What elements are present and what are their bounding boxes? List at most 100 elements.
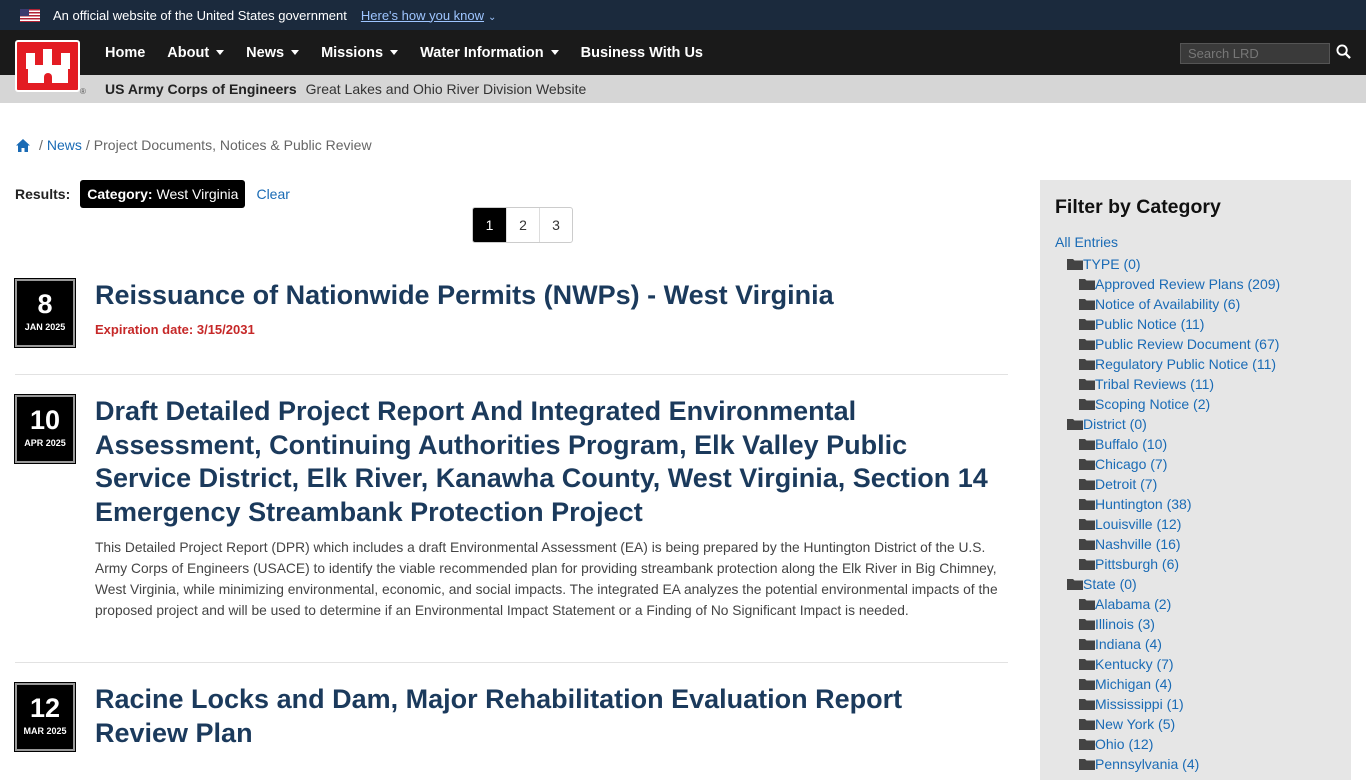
category-item[interactable]: Michigan (4): [1055, 674, 1336, 694]
folder-icon: [1079, 739, 1095, 750]
breadcrumb: / News / Project Documents, Notices & Pu…: [15, 137, 372, 153]
article-title-link[interactable]: Draft Detailed Project Report And Integr…: [95, 395, 1005, 530]
main-nav: Home About News Missions Water Informati…: [0, 30, 1366, 92]
category-item[interactable]: Buffalo (10): [1055, 434, 1336, 454]
category-item[interactable]: Ohio (12): [1055, 734, 1336, 754]
nav-menu: Home About News Missions Water Informati…: [105, 30, 725, 75]
folder-icon: [1079, 319, 1095, 330]
category-item[interactable]: Detroit (7): [1055, 474, 1336, 494]
folder-icon: [1079, 479, 1095, 490]
site-subtitle-bar: US Army Corps of Engineers Great Lakes a…: [0, 75, 1366, 103]
divider: [15, 374, 1008, 375]
filter-sidebar: Filter by Category All Entries TYPE (0) A…: [1040, 180, 1351, 780]
category-item[interactable]: Huntington (38): [1055, 494, 1336, 514]
results-filter: Results: Category: West Virginia Clear: [15, 180, 290, 208]
clear-filter-link[interactable]: Clear: [256, 186, 289, 202]
us-flag-icon: [20, 8, 40, 22]
folder-icon: [1067, 579, 1083, 590]
folder-icon: [1079, 759, 1095, 770]
page-2-button[interactable]: 2: [506, 208, 539, 242]
results-label: Results:: [15, 186, 71, 202]
category-item[interactable]: Regulatory Public Notice (11): [1055, 354, 1336, 374]
article-description: This Detailed Project Report (DPR) which…: [95, 540, 998, 618]
folder-icon: [1079, 379, 1095, 390]
search-icon[interactable]: [1336, 44, 1351, 59]
usace-castle-logo[interactable]: [15, 40, 80, 92]
category-item[interactable]: Illinois (3): [1055, 614, 1336, 634]
folder-icon: [1079, 339, 1095, 350]
folder-icon: [1079, 499, 1095, 510]
category-item[interactable]: Pittsburgh (6): [1055, 554, 1336, 574]
divider: [15, 662, 1008, 663]
date-badge: 8 JAN 2025: [15, 279, 75, 347]
category-item[interactable]: Tribal Reviews (11): [1055, 374, 1336, 394]
registered-mark: ®: [80, 87, 86, 96]
folder-icon: [1079, 439, 1095, 450]
category-group-0[interactable]: TYPE (0): [1055, 254, 1336, 274]
nav-missions[interactable]: Missions: [321, 45, 399, 61]
folder-icon: [1079, 639, 1095, 650]
category-group-1[interactable]: District (0): [1055, 414, 1336, 434]
folder-icon: [1067, 259, 1083, 270]
chevron-down-icon: ⌄: [488, 11, 497, 23]
folder-icon: [1079, 299, 1095, 310]
category-item[interactable]: Alabama (2): [1055, 594, 1336, 614]
caret-down-icon: [390, 50, 399, 55]
breadcrumb-news-link[interactable]: News: [47, 137, 82, 153]
expiration-date: Expiration date: 3/15/2031: [95, 322, 255, 337]
castle-icon: [24, 49, 72, 83]
page-3-button[interactable]: 3: [539, 208, 572, 242]
category-item[interactable]: Indiana (4): [1055, 634, 1336, 654]
folder-icon: [1079, 679, 1095, 690]
nav-water-information[interactable]: Water Information: [420, 45, 559, 61]
gov-banner-text: An official website of the United States…: [53, 7, 347, 23]
folder-icon: [1079, 719, 1095, 730]
nav-news[interactable]: News: [246, 45, 300, 61]
category-item[interactable]: Kentucky (7): [1055, 654, 1336, 674]
category-item[interactable]: Approved Review Plans (209): [1055, 274, 1336, 294]
site-name: Great Lakes and Ohio River Division Webs…: [305, 81, 587, 97]
category-item[interactable]: Nashville (16): [1055, 534, 1336, 554]
search-input[interactable]: [1180, 43, 1330, 64]
caret-down-icon: [291, 50, 300, 55]
breadcrumb-current: Project Documents, Notices & Public Revi…: [93, 137, 372, 153]
page-1-button[interactable]: 1: [473, 208, 506, 242]
pagination: 1 2 3: [472, 207, 573, 243]
category-item[interactable]: Notice of Availability (6): [1055, 294, 1336, 314]
caret-down-icon: [550, 50, 559, 55]
category-item[interactable]: New York (5): [1055, 714, 1336, 734]
category-item[interactable]: Scoping Notice (2): [1055, 394, 1336, 414]
nav-business-with-us[interactable]: Business With Us: [581, 45, 703, 61]
folder-icon: [1079, 539, 1095, 550]
category-item[interactable]: Louisville (12): [1055, 514, 1336, 534]
category-item[interactable]: Public Notice (11): [1055, 314, 1336, 334]
category-item[interactable]: Public Review Document (67): [1055, 334, 1336, 354]
folder-icon: [1079, 619, 1095, 630]
category-tree: TYPE (0) Approved Review Plans (209) Notic…: [1055, 254, 1336, 774]
folder-icon: [1079, 279, 1095, 290]
home-icon[interactable]: [15, 138, 31, 153]
folder-icon: [1079, 399, 1095, 410]
category-item[interactable]: Mississippi (1): [1055, 694, 1336, 714]
nav-home[interactable]: Home: [105, 45, 145, 61]
folder-icon: [1079, 599, 1095, 610]
all-entries-link[interactable]: All Entries: [1055, 234, 1336, 250]
folder-icon: [1067, 419, 1083, 430]
folder-icon: [1079, 699, 1095, 710]
nav-about[interactable]: About: [167, 45, 225, 61]
category-group-2[interactable]: State (0): [1055, 574, 1336, 594]
sidebar-title: Filter by Category: [1055, 196, 1221, 218]
heres-how-you-know-link[interactable]: Here's how you know ⌄: [361, 8, 497, 23]
folder-icon: [1079, 459, 1095, 470]
folder-icon: [1079, 519, 1095, 530]
category-item[interactable]: Pennsylvania (4): [1055, 754, 1336, 774]
category-filter-pill: Category: West Virginia: [80, 180, 246, 208]
category-item[interactable]: Chicago (7): [1055, 454, 1336, 474]
folder-icon: [1079, 359, 1095, 370]
date-badge: 12 MAR 2025: [15, 683, 75, 751]
article-title-link[interactable]: Racine Locks and Dam, Major Rehabilitati…: [95, 683, 995, 750]
caret-down-icon: [216, 50, 225, 55]
org-name: US Army Corps of Engineers: [105, 81, 297, 97]
folder-icon: [1079, 659, 1095, 670]
article-title-link[interactable]: Reissuance of Nationwide Permits (NWPs) …: [95, 279, 834, 313]
